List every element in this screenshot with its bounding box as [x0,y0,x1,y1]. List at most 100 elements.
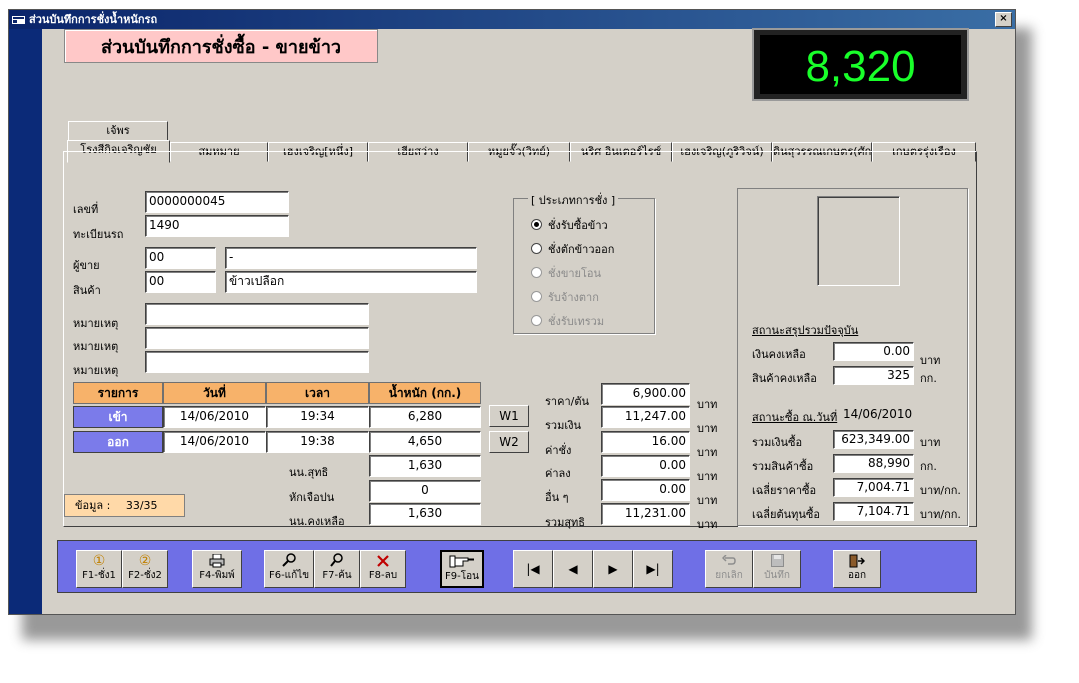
nav-prev-button[interactable]: ◀ [553,550,593,588]
col-header-time: เวลา [266,382,369,404]
labor-unit: บาท [697,470,718,483]
cash-field: 0.00 [833,342,914,361]
f4-print-button[interactable]: F4-พิมพ์ [192,550,242,588]
nav-last-button[interactable]: ▶| [633,550,673,588]
stock-label: สินค้าคงเหลือ [752,372,817,385]
remain-weight-field[interactable]: 1,630 [369,503,481,525]
other-unit: บาท [697,494,718,507]
printer-icon [193,551,241,569]
note-label-1: หมายเหตุ [73,317,119,330]
stock-field: 325 [833,366,914,385]
bottom-toolbar: ① F1-ชั่ง1 ② F2-ชั่ง2 F4-พิมพ์ F6-แก้ไข F7… [57,540,977,593]
vehicle-photo [817,196,900,286]
close-icon: × [999,13,1008,24]
f1-weigh1-button[interactable]: ① F1-ชั่ง1 [76,550,122,588]
edit-magnifier-icon [265,551,313,569]
radio-icon [531,315,542,326]
col-header-item: รายการ [73,382,163,404]
record-counter-value: 33/35 [125,499,158,512]
f8-delete-button[interactable]: F8-ลบ [360,550,406,588]
radio-label: ชั่งรับซื้อข้าว [548,219,608,232]
net-amount-label: รวมสุทธิ [545,516,586,529]
w2-button[interactable]: W2 [489,431,529,453]
cancel-label: ยกเลิก [715,570,743,581]
summary-title: สถานะสรุปรวมปัจจุบัน [752,324,859,337]
out-time-field[interactable]: 19:38 [266,431,369,453]
seller-label: ผู้ขาย [73,259,100,272]
deduct-field[interactable]: 0 [369,480,481,502]
labor-field[interactable]: 0.00 [601,455,690,477]
number-one-icon: ① [92,553,106,569]
note-label-2: หมายเหตุ [73,340,119,353]
seller-name-field[interactable]: - [225,247,477,269]
pointing-hand-icon [442,552,482,570]
note-field-2[interactable] [145,327,369,349]
product-label: สินค้า [73,284,101,297]
number-two-icon: ② [138,553,152,569]
exit-button[interactable]: ออก [833,550,881,588]
out-date-field[interactable]: 14/06/2010 [163,431,266,453]
note-field-1[interactable] [145,303,369,325]
f6-edit-button[interactable]: F6-แก้ไข [264,550,314,588]
radio-label: รับจ้างตาก [548,291,599,304]
title-bar[interactable]: ส่วนบันทึกการชั่งน้ำหนักรถ × [9,10,1015,29]
deduct-label: หักเจือปน [289,491,335,504]
plate-field[interactable]: 1490 [145,215,289,237]
close-button[interactable]: × [995,12,1012,27]
net-amount-field[interactable]: 11,231.00 [601,503,690,525]
radio-hire-dry: รับจ้างตาก [531,288,599,306]
last-record-icon: ▶| [646,562,660,576]
daily-title: สถานะซื้อ ณ.วันที่ [752,411,838,424]
product-code-field[interactable]: 00 [145,271,216,293]
nav-next-button[interactable]: ▶ [593,550,633,588]
f2-label: F2-ชั่ง2 [128,570,162,581]
other-label: อื่น ๆ [545,491,569,504]
buy-qty-label: รวมสินค้าซื้อ [752,460,814,473]
total-field[interactable]: 11,247.00 [601,406,690,428]
w1-button[interactable]: W1 [489,405,529,427]
tab-top-0[interactable]: เจ้พร [68,121,168,141]
f8-label: F8-ลบ [368,570,398,581]
buy-total-label: รวมเงินซื้อ [752,436,803,449]
nav-first-button[interactable]: |◀ [513,550,553,588]
labor-label: ค่าลง [545,467,571,480]
in-weight-field[interactable]: 6,280 [369,406,481,428]
prev-record-icon: ◀ [568,562,578,576]
fee-field[interactable]: 16.00 [601,431,690,453]
radio-label: ชั่งตักข้าวออก [548,243,615,256]
net-weight-field[interactable]: 1,630 [369,455,481,477]
out-weight-field[interactable]: 4,650 [369,431,481,453]
radio-icon [531,243,542,254]
fee-unit: บาท [697,446,718,459]
radio-buy-rice[interactable]: ชั่งรับซื้อข้าว [531,216,608,234]
f7-label: F7-ค้น [322,570,352,581]
f2-weigh2-button[interactable]: ② F2-ชั่ง2 [122,550,168,588]
weigh-type-legend: [ ประเภทการชั่ง ] [528,191,619,209]
scale-reading: 8,320 [760,35,961,94]
price-label: ราคา/ตัน [545,395,589,408]
cash-label: เงินคงเหลือ [752,348,806,361]
in-time-field[interactable]: 19:34 [266,406,369,428]
record-counter-label: ข้อมูล : [75,499,111,512]
cash-unit: บาท [920,354,941,367]
price-unit: บาท [697,398,718,411]
avg-price-label: เฉลี่ยราคาซื้อ [752,484,817,497]
col-header-date: วันที่ [163,382,266,404]
avg-cost-field: 7,104.71 [833,502,914,521]
f9-label: F9-โอน [445,571,479,582]
f7-search-button[interactable]: F7-ค้น [314,550,360,588]
buy-qty-unit: กก. [920,460,937,473]
scale-display: 8,320 [752,28,969,101]
in-date-field[interactable]: 14/06/2010 [163,406,266,428]
other-field[interactable]: 0.00 [601,479,690,501]
radio-dispatch-rice[interactable]: ชั่งตักข้าวออก [531,240,614,258]
note-field-3[interactable] [145,351,369,373]
save-button: บันทึก [753,550,801,588]
f9-transfer-button[interactable]: F9-โอน [440,550,484,588]
product-name-field[interactable]: ข้าวเปลือก [225,271,477,293]
search-icon [315,551,359,569]
price-field[interactable]: 6,900.00 [601,383,690,405]
doc-no-field[interactable]: 0000000045 [145,191,289,213]
seller-code-field[interactable]: 00 [145,247,216,269]
buy-total-field: 623,349.00 [833,430,914,449]
